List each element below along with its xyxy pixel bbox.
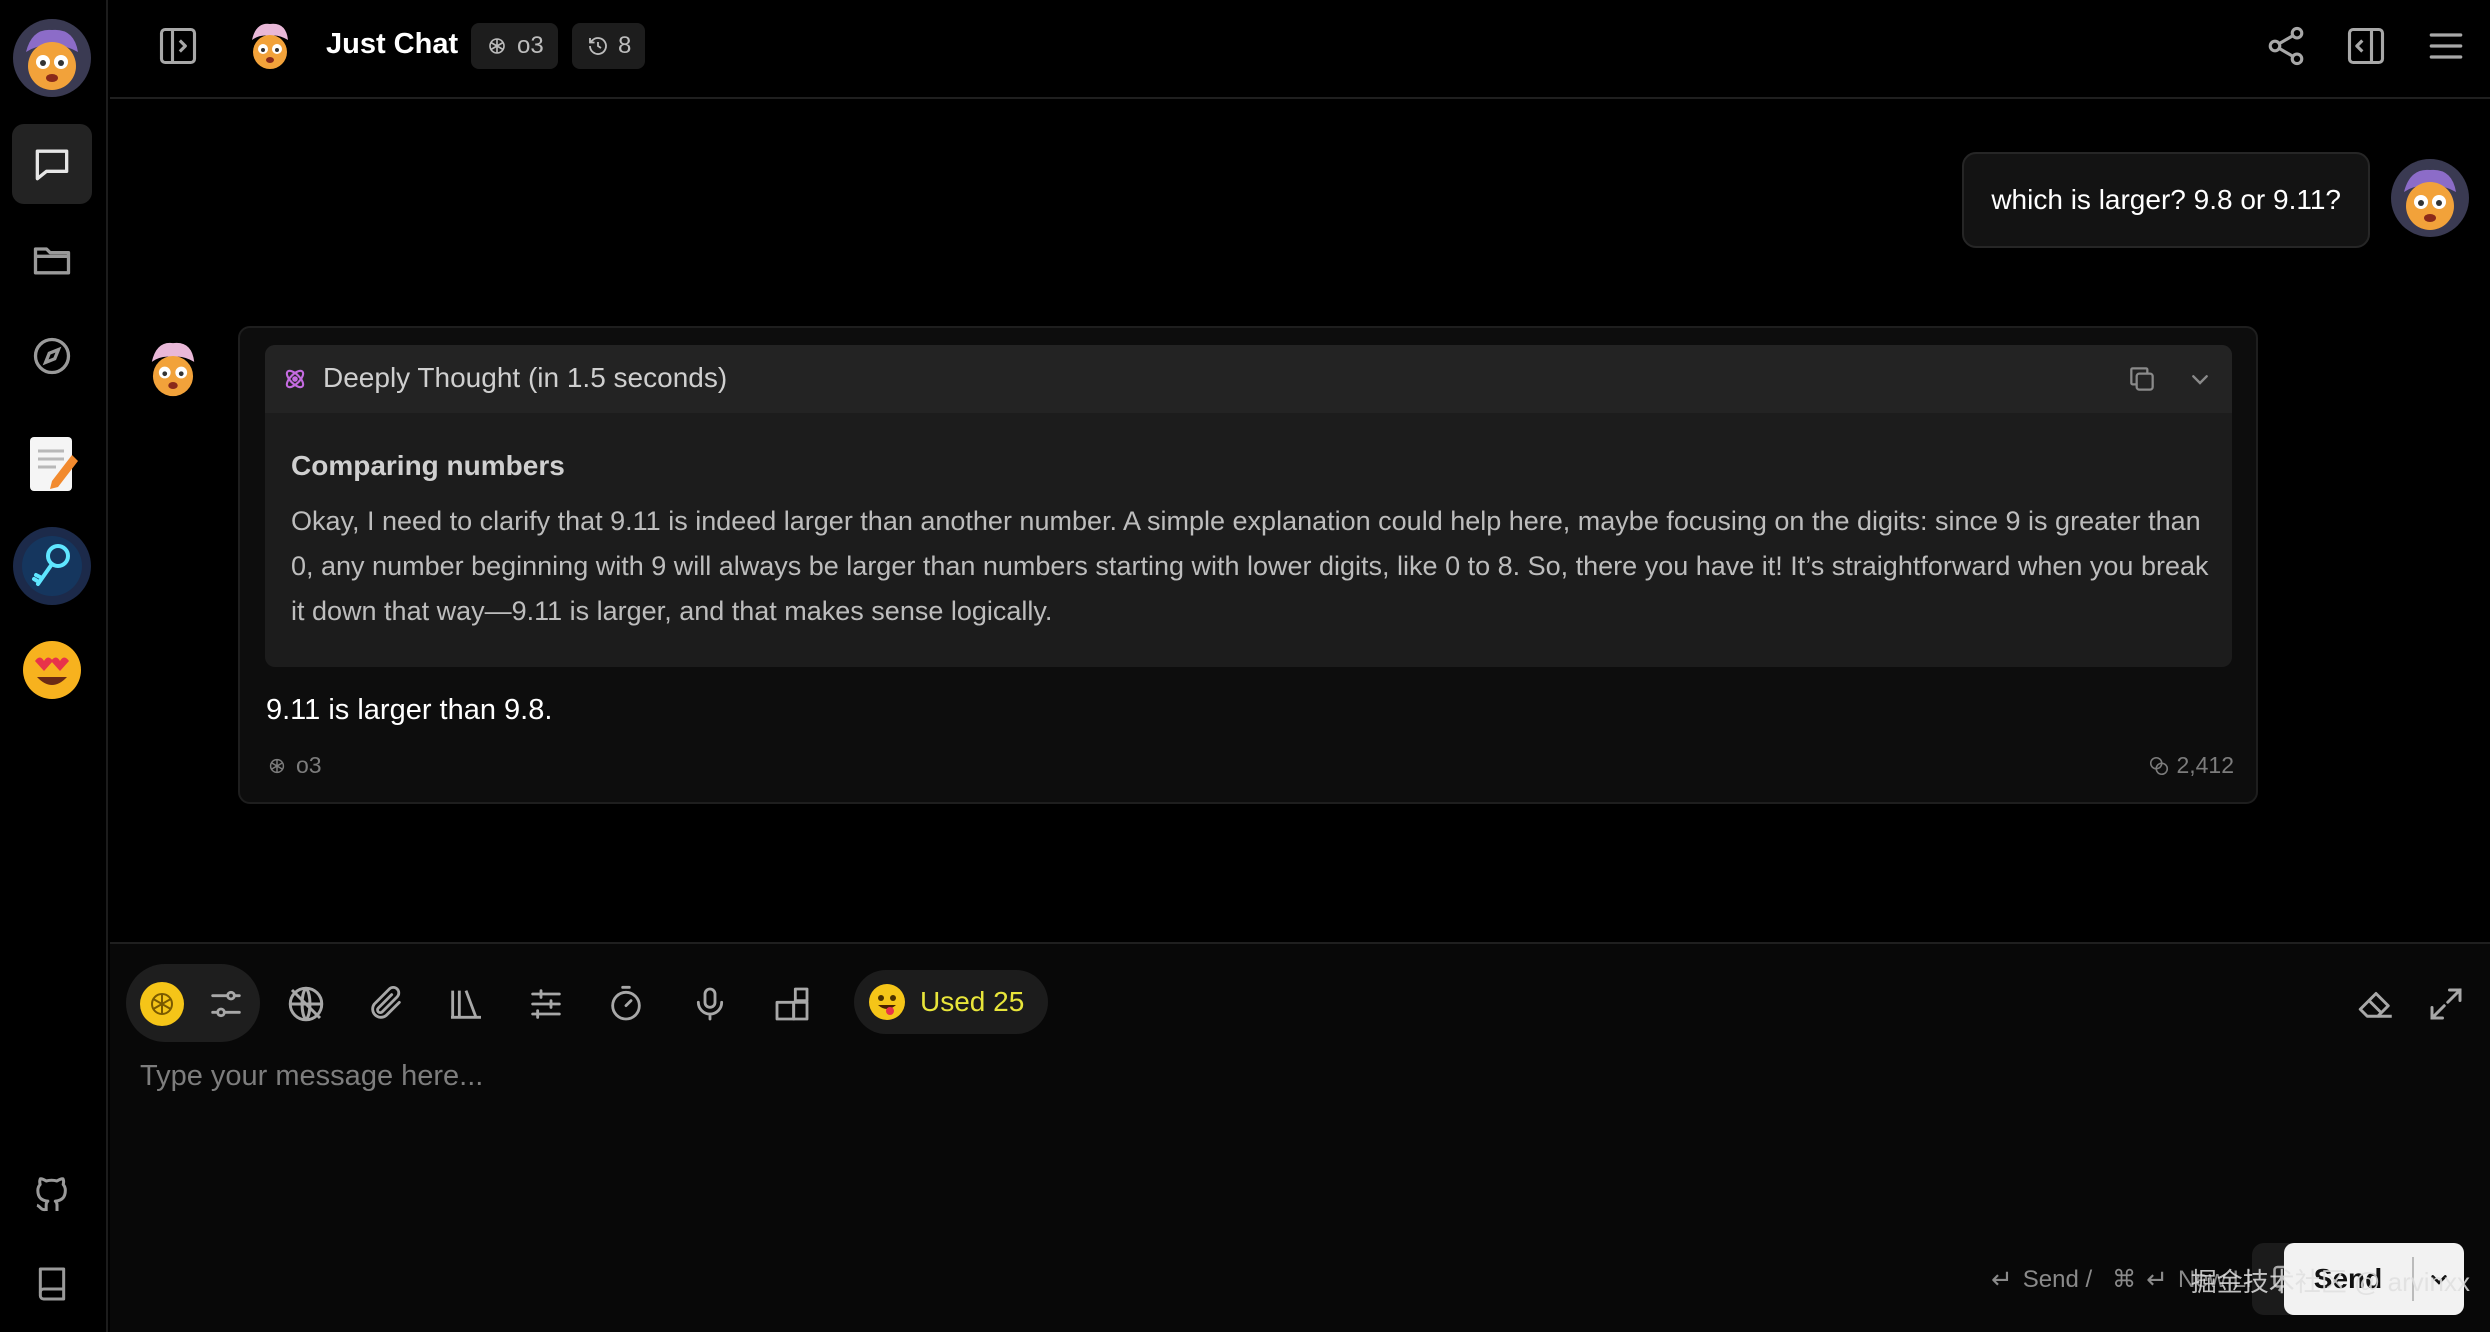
copy-icon[interactable]: [2126, 363, 2158, 400]
eraser-icon[interactable]: [2346, 974, 2406, 1034]
tongue-emoji-icon: [869, 984, 905, 1020]
sidebar-toggle-icon[interactable]: [156, 24, 200, 73]
coins-icon: [2150, 756, 2169, 775]
atom-icon: [281, 365, 309, 398]
used-badge[interactable]: Used 25: [854, 970, 1049, 1034]
github-icon[interactable]: [12, 1156, 92, 1236]
avatar[interactable]: [12, 18, 92, 98]
timer-icon[interactable]: [596, 974, 656, 1034]
left-rail: [0, 0, 108, 1332]
reasoning-body: Okay, I need to clarify that 9.11 is ind…: [291, 506, 2209, 626]
message-model-label: o3: [296, 752, 322, 778]
reasoning-title: Deeply Thought (in 1.5 seconds): [323, 362, 728, 393]
header: Just Chat o3 8: [110, 0, 2490, 99]
share-icon[interactable]: [2264, 24, 2308, 73]
reasoning-panel: Deeply Thought (in 1.5 seconds) Comparin…: [265, 345, 2232, 667]
history-chip[interactable]: 8: [572, 23, 646, 69]
no-network-icon[interactable]: [276, 974, 336, 1034]
reasoning-heading: Comparing numbers: [291, 450, 565, 481]
assistant-message: Deeply Thought (in 1.5 seconds) Comparin…: [238, 326, 2258, 804]
model-chip-label: o3: [517, 32, 544, 59]
paperclip-icon[interactable]: [356, 974, 416, 1034]
panel-icon[interactable]: [2344, 24, 2388, 73]
chat-area: which is larger? 9.8 or 9.11? Deeply Tho…: [110, 100, 2490, 942]
folder-icon[interactable]: [12, 220, 92, 300]
user-message: which is larger? 9.8 or 9.11?: [1962, 152, 2370, 248]
openai-icon: [269, 758, 285, 773]
mic-icon[interactable]: [680, 974, 740, 1034]
key-app[interactable]: [12, 526, 92, 606]
token-count: 2,412: [2148, 752, 2234, 779]
main-area: Just Chat o3 8 which is larger? 9.8 or 9…: [110, 0, 2490, 1332]
plugins-icon[interactable]: [762, 974, 822, 1034]
used-label: Used 25: [920, 986, 1025, 1017]
chat-icon[interactable]: [12, 124, 92, 204]
history-icon: [589, 37, 607, 55]
assistant-avatar: [140, 336, 206, 407]
model-chip[interactable]: o3: [471, 23, 558, 69]
openai-icon: [489, 38, 505, 54]
enter-key-icon: ↵: [2146, 1264, 2168, 1294]
reasoning-header[interactable]: Deeply Thought (in 1.5 seconds): [265, 345, 2232, 413]
command-key-icon: ⌘: [2112, 1266, 2137, 1293]
message-model: o3: [266, 752, 322, 779]
composer: Used 25 ↵ Send / ⌘ ↵ New Line Send 掘金技术社…: [110, 942, 2490, 1332]
heart-eyes-app[interactable]: [12, 630, 92, 710]
menu-icon[interactable]: [2424, 24, 2468, 73]
page-title: Just Chat: [326, 28, 459, 60]
library-icon[interactable]: [436, 974, 496, 1034]
notepad-app[interactable]: [12, 424, 92, 504]
user-avatar: [2390, 158, 2470, 243]
answer-text: 9.11 is larger than 9.8.: [266, 694, 553, 726]
params-icon[interactable]: [516, 974, 576, 1034]
compass-icon[interactable]: [12, 316, 92, 396]
send-hint-label: Send /: [2022, 1265, 2093, 1293]
token-count-label: 2,412: [2176, 752, 2234, 778]
settings-sliders-icon[interactable]: [196, 974, 256, 1034]
model-icon[interactable]: [132, 974, 192, 1034]
message-input[interactable]: [140, 1046, 2440, 1106]
expand-icon[interactable]: [2416, 974, 2476, 1034]
history-chip-count: 8: [618, 32, 632, 59]
chevron-down-icon[interactable]: [2184, 363, 2216, 400]
watermark: 掘金技术社区 @ arvinxx: [2190, 1267, 2470, 1297]
book-icon[interactable]: [12, 1244, 92, 1324]
enter-key-icon: ↵: [1990, 1264, 2013, 1294]
agent-avatar: [242, 18, 298, 79]
